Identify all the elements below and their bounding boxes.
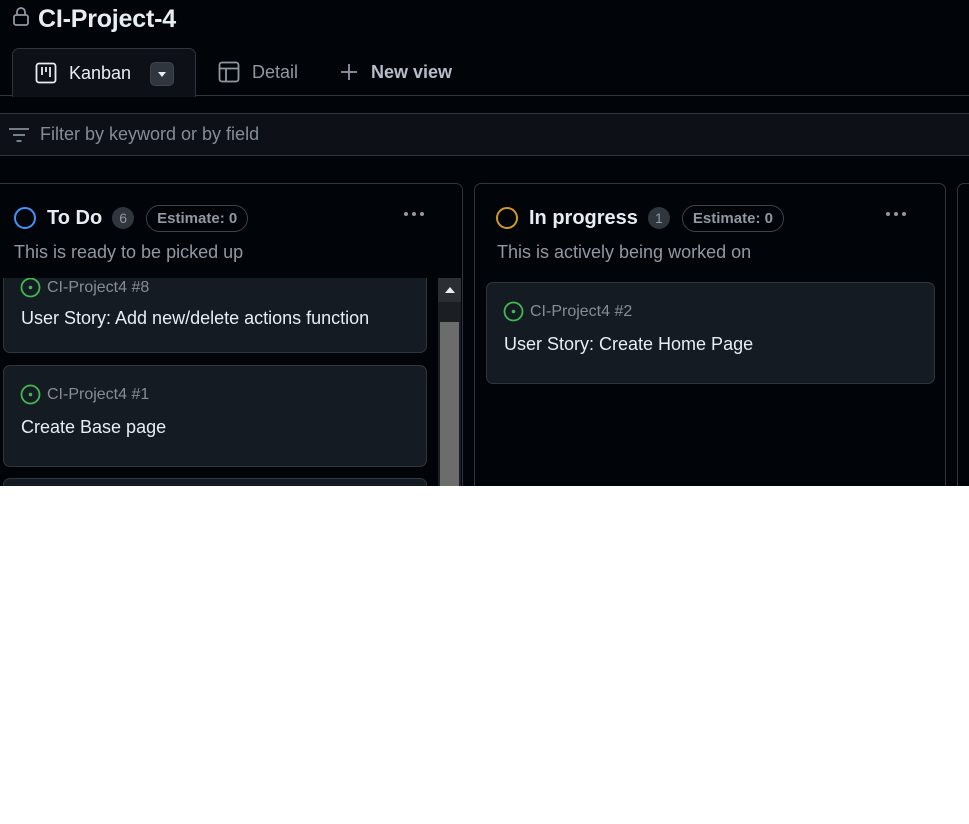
table-icon [218,61,240,83]
filter-icon [9,127,29,142]
issue-title[interactable]: User Story: Add new/delete actions funct… [21,308,369,329]
estimate-badge: Estimate: 0 [146,204,249,232]
issue-reference[interactable]: CI-Project4 #1 [20,384,149,405]
status-circle-icon [496,207,518,229]
view-tabs: Kanban Detail New view [0,48,969,97]
triangle-up-icon [444,287,455,293]
new-view-label: New view [371,61,453,82]
issue-card[interactable] [3,478,427,486]
issue-card[interactable]: CI-Project4 #8 User Story: Add new/delet… [3,278,427,353]
tab-detail-label: Detail [252,61,299,82]
column-description: This is ready to be picked up [14,242,244,262]
column-todo: To Do 6 Estimate: 0 This is ready to be … [0,183,463,486]
item-count-badge: 6 [112,207,135,229]
filter-bar [0,113,969,156]
column-name: To Do [47,206,103,229]
issue-title[interactable]: Create Base page [21,417,166,438]
filter-input[interactable] [40,124,640,145]
column-in-progress: In progress 1 Estimate: 0 This is active… [474,183,946,486]
plus-icon [341,64,357,80]
column-description: This is actively being worked on [497,242,752,262]
tab-kanban-label: Kanban [69,62,132,83]
column-menu-button[interactable] [880,204,912,224]
lock-icon [13,7,29,26]
title-row: CI-Project-4 [12,4,176,34]
tab-detail[interactable]: Detail [218,48,298,96]
kebab-dot [412,212,416,216]
column-header: To Do 6 Estimate: 0 [14,204,249,232]
issue-number: CI-Project4 #8 [47,278,150,296]
issue-open-icon [20,278,41,298]
column-menu-button[interactable] [398,204,430,224]
item-count-badge: 1 [647,207,670,229]
column-scrollbar[interactable] [438,278,461,486]
issue-reference[interactable]: CI-Project4 #2 [503,301,632,322]
issue-title[interactable]: User Story: Create Home Page [504,334,753,355]
issue-number: CI-Project4 #1 [47,385,150,403]
scrollbar-thumb[interactable] [440,322,459,486]
kebab-dot [404,212,408,216]
kebab-dot [886,212,890,216]
tab-kanban[interactable]: Kanban [12,48,196,97]
status-circle-icon [14,207,36,229]
new-view-button[interactable]: New view [340,48,452,96]
scroll-up-button[interactable] [438,278,461,302]
card-list: CI-Project4 #8 User Story: Add new/delet… [3,278,431,486]
issue-open-icon [20,384,41,405]
kebab-dot [894,212,898,216]
project-title: CI-Project-4 [38,4,176,33]
kanban-board-icon [35,62,57,84]
issue-open-icon [503,301,524,322]
column-next-partial [957,183,969,486]
triangle-down-icon [158,72,166,77]
column-header: In progress 1 Estimate: 0 [496,204,784,232]
view-options-dropdown-button[interactable] [150,62,174,86]
issue-card[interactable]: CI-Project4 #2 User Story: Create Home P… [486,282,935,384]
kebab-dot [902,212,906,216]
estimate-badge: Estimate: 0 [681,204,784,232]
column-name: In progress [529,206,638,229]
issue-reference[interactable]: CI-Project4 #8 [20,278,149,298]
issue-card[interactable]: CI-Project4 #1 Create Base page [3,365,427,467]
project-board: CI-Project-4 Kanban Detail New view Filt… [0,0,969,486]
kebab-dot [420,212,424,216]
issue-number: CI-Project4 #2 [530,302,633,320]
